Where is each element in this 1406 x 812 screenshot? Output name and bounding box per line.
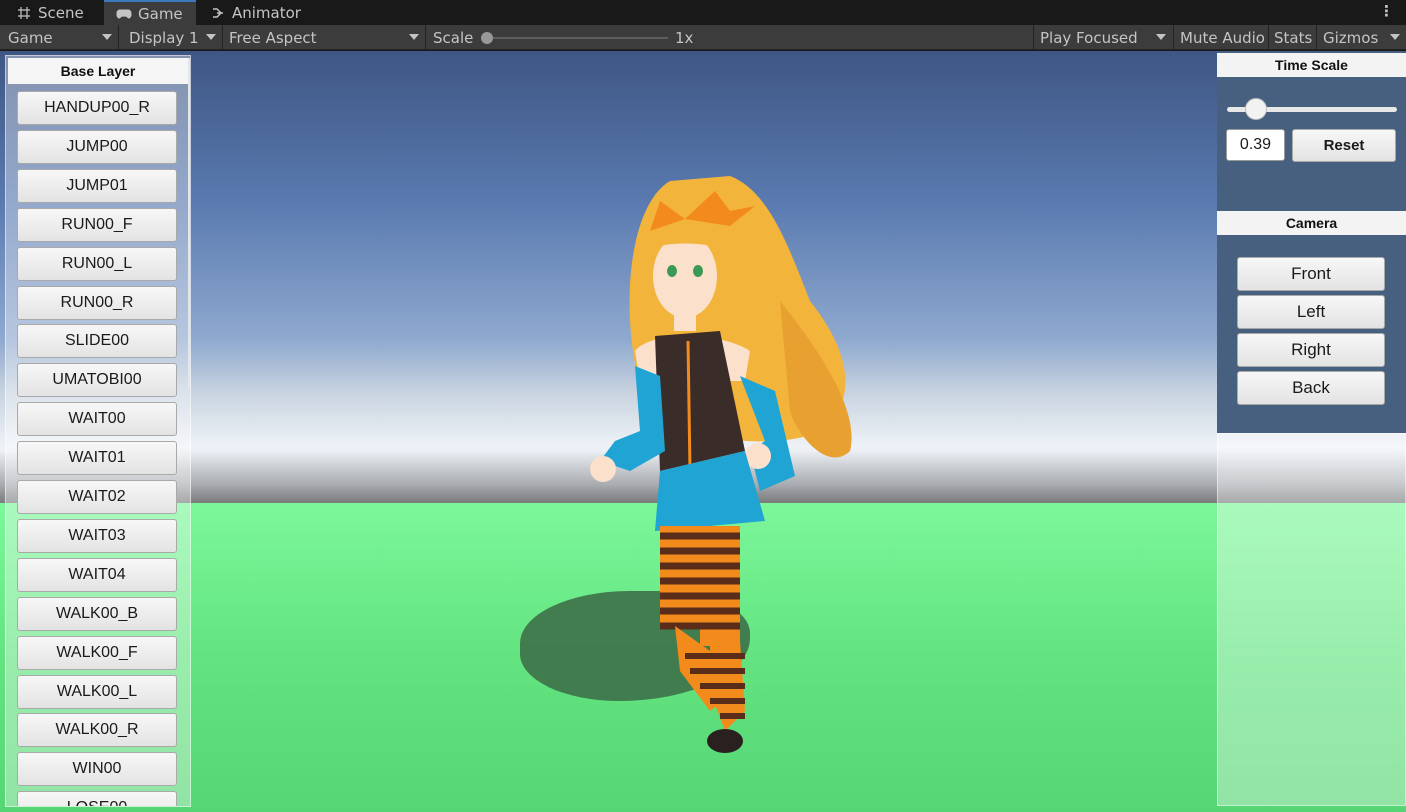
camera-front-button[interactable]: Front (1237, 257, 1385, 291)
animation-button-wait03[interactable]: WAIT03 (17, 518, 177, 553)
camera-right-button[interactable]: Right (1237, 333, 1385, 367)
mute-audio-button[interactable]: Mute Audio (1172, 25, 1265, 50)
time-scale-slider-handle[interactable] (1245, 98, 1267, 120)
aspect-select-label: Free Aspect (229, 28, 317, 47)
animation-button-run00-f[interactable]: RUN00_F (17, 207, 177, 242)
mute-audio-label: Mute Audio (1180, 28, 1265, 47)
animation-button-walk00-l[interactable]: WALK00_L (17, 674, 177, 709)
animation-button-wait02[interactable]: WAIT02 (17, 480, 177, 514)
scale-value: 1x (667, 25, 693, 50)
animation-button-umatobi00[interactable]: UMATOBI00 (17, 363, 177, 398)
scale-label-text: Scale (433, 28, 474, 47)
control-panel: Time Scale 0.39 Reset Camera Front Left … (1217, 51, 1406, 433)
gamepad-icon (116, 9, 132, 18)
editor-tab-bar: Scene Game Animator ⋮ (0, 0, 1406, 25)
game-view-toolbar: Game Display 1 Free Aspect Scale 1x Play… (0, 25, 1406, 50)
gizmos-button[interactable]: Gizmos (1315, 25, 1406, 50)
camera-back-button[interactable]: Back (1237, 371, 1385, 405)
scale-slider-track[interactable] (486, 37, 668, 39)
play-mode-select[interactable]: Play Focused (1032, 25, 1172, 50)
scale-label: Scale (425, 25, 473, 50)
animation-button-win00[interactable]: WIN00 (17, 752, 177, 787)
game-viewport[interactable] (0, 51, 1406, 812)
tab-label: Game (138, 4, 183, 23)
display-select-label: Display 1 (129, 28, 199, 47)
animation-button-walk00-r[interactable]: WALK00_R (17, 713, 177, 748)
animation-button-wait01[interactable]: WAIT01 (17, 441, 177, 476)
stats-button[interactable]: Stats (1266, 25, 1312, 50)
aspect-select[interactable]: Free Aspect (221, 25, 425, 50)
chevron-down-icon (102, 34, 112, 40)
stats-label: Stats (1274, 28, 1313, 47)
time-scale-title: Time Scale (1217, 53, 1406, 77)
anime-character-model (590, 176, 852, 753)
chevron-down-icon (1156, 34, 1166, 40)
chevron-down-icon (409, 34, 419, 40)
gizmos-label: Gizmos (1323, 28, 1379, 47)
animation-button-jump00[interactable]: JUMP00 (17, 129, 177, 164)
animation-button-slide00[interactable]: SLIDE00 (17, 324, 177, 359)
animation-button-walk00-f[interactable]: WALK00_F (17, 635, 177, 670)
grid-icon (18, 6, 30, 19)
tab-scene[interactable]: Scene (4, 0, 96, 25)
tab-game[interactable]: Game (104, 0, 196, 25)
animation-button-walk00-b[interactable]: WALK00_B (17, 596, 177, 631)
camera-title: Camera (1217, 211, 1406, 235)
animation-button-lose00[interactable]: LOSE00 (17, 791, 177, 806)
scale-slider-handle[interactable] (481, 32, 493, 44)
chevron-down-icon (206, 34, 216, 40)
animation-button-jump01[interactable]: JUMP01 (17, 168, 177, 203)
more-options-icon[interactable]: ⋮ (1379, 2, 1394, 20)
display-select[interactable]: Display 1 (121, 25, 222, 50)
time-scale-value-field[interactable]: 0.39 (1226, 129, 1285, 161)
tab-label: Scene (38, 3, 84, 22)
animation-button-run00-l[interactable]: RUN00_L (17, 246, 177, 281)
view-select[interactable]: Game (0, 25, 118, 50)
control-panel-lower (1217, 433, 1406, 806)
divider (118, 25, 119, 50)
animation-button-wait04[interactable]: WAIT04 (17, 557, 177, 592)
play-mode-label: Play Focused (1040, 28, 1138, 47)
chevron-down-icon[interactable] (1390, 34, 1400, 40)
tab-animator[interactable]: Animator (198, 0, 313, 25)
animation-button-wait00[interactable]: WAIT00 (17, 402, 177, 437)
list-scrollbar[interactable] (188, 58, 190, 388)
animation-button-run00-r[interactable]: RUN00_R (17, 285, 177, 320)
animation-list-panel: Base Layer HANDUP00_R JUMP00 JUMP01 RUN00_F… (5, 55, 191, 807)
animator-icon (213, 7, 223, 18)
tab-label: Animator (232, 3, 301, 22)
layer-title: Base Layer (8, 58, 188, 84)
scale-value-text: 1x (675, 28, 694, 47)
view-select-label: Game (8, 28, 53, 47)
animation-button-handup00-r[interactable]: HANDUP00_R (17, 91, 177, 125)
camera-left-button[interactable]: Left (1237, 295, 1385, 329)
reset-button[interactable]: Reset (1292, 129, 1396, 162)
